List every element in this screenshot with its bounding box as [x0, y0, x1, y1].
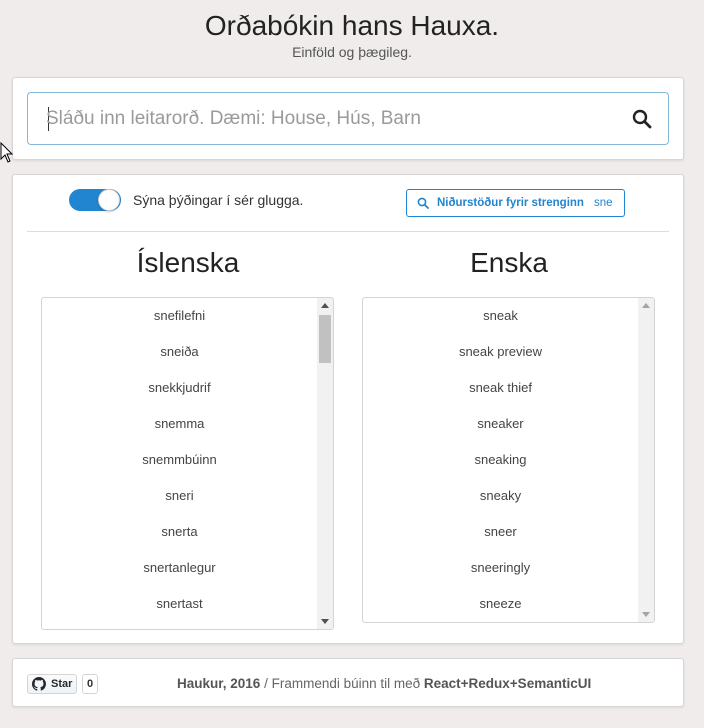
icelandic-heading: Íslenska	[136, 247, 240, 278]
star-label: Star	[51, 678, 73, 690]
page-title: Orðabókin hans Hauxa.	[204, 10, 500, 41]
page-header: Orðabókin hans Hauxa. Einföld og þægileg…	[0, 0, 704, 76]
footer-separator: /	[260, 676, 272, 691]
list-item[interactable]: sneaker	[363, 406, 638, 442]
english-word-list[interactable]: sneak sneak preview sneak thief sneaker …	[362, 297, 655, 623]
footer-stack: React+Redux+SemanticUI	[423, 676, 592, 691]
list-item[interactable]: sneak	[363, 298, 638, 334]
list-item[interactable]: snemma	[42, 406, 317, 442]
scrollbar[interactable]	[638, 298, 654, 622]
icelandic-word-list[interactable]: snefilefni sneiða snekkjudrif snemma sne…	[41, 297, 334, 630]
list-item[interactable]: snefilefni	[42, 298, 317, 334]
star-count[interactable]: 0	[82, 674, 98, 694]
list-item[interactable]: sneeze	[363, 586, 638, 622]
github-star-button[interactable]: Star	[27, 674, 77, 694]
list-item[interactable]: sneer	[363, 514, 638, 550]
list-item[interactable]: sneak thief	[363, 370, 638, 406]
footer-description: Frammendi búinn til með	[271, 676, 424, 691]
toggle-knob	[98, 189, 120, 211]
list-item[interactable]: sneaky	[363, 478, 638, 514]
results-for-string-button[interactable]: Niðurstöður fyrir strenginn sne	[406, 189, 625, 217]
separate-window-toggle[interactable]	[69, 189, 121, 211]
list-item[interactable]: snertanlegur	[42, 550, 317, 586]
list-item[interactable]: snertast	[42, 586, 317, 622]
scroll-thumb[interactable]	[319, 315, 331, 363]
list-item[interactable]: sneeringly	[363, 550, 638, 586]
search-icon	[417, 197, 429, 209]
list-item[interactable]: snerta	[42, 514, 317, 550]
scrollbar[interactable]	[317, 298, 333, 629]
list-item[interactable]: sneak preview	[363, 334, 638, 370]
search-box[interactable]	[27, 92, 669, 145]
scroll-up-icon[interactable]	[642, 303, 650, 308]
scroll-up-icon[interactable]	[321, 303, 329, 308]
search-input[interactable]	[46, 93, 616, 144]
footer-author: Haukur, 2016	[177, 676, 261, 691]
english-heading: Enska	[470, 247, 548, 278]
github-icon	[32, 677, 46, 691]
list-item[interactable]: sneri	[42, 478, 317, 514]
search-icon[interactable]	[632, 109, 652, 129]
list-item[interactable]: sneiða	[42, 334, 317, 370]
list-item[interactable]: sneaking	[363, 442, 638, 478]
scroll-down-icon[interactable]	[642, 612, 650, 617]
results-label: Niðurstöður fyrir strenginn	[437, 197, 584, 209]
page-subtitle: Einföld og þægileg.	[292, 44, 412, 60]
toggle-label: Sýna þýðingar í sér glugga.	[133, 192, 304, 208]
footer: Star 0 Haukur, 2016 / Frammendi búinn ti…	[12, 658, 684, 707]
results-card: Sýna þýðingar í sér glugga. Niðurstöður …	[12, 174, 684, 644]
scroll-down-icon[interactable]	[321, 619, 329, 624]
search-card	[12, 77, 684, 160]
list-item[interactable]: snemmbúinn	[42, 442, 317, 478]
footer-credits: Haukur, 2016 / Frammendi búinn til með R…	[177, 676, 591, 691]
divider	[27, 231, 669, 232]
list-item[interactable]: snekkjudrif	[42, 370, 317, 406]
mouse-cursor-icon	[0, 142, 14, 163]
results-term: sne	[593, 197, 613, 209]
